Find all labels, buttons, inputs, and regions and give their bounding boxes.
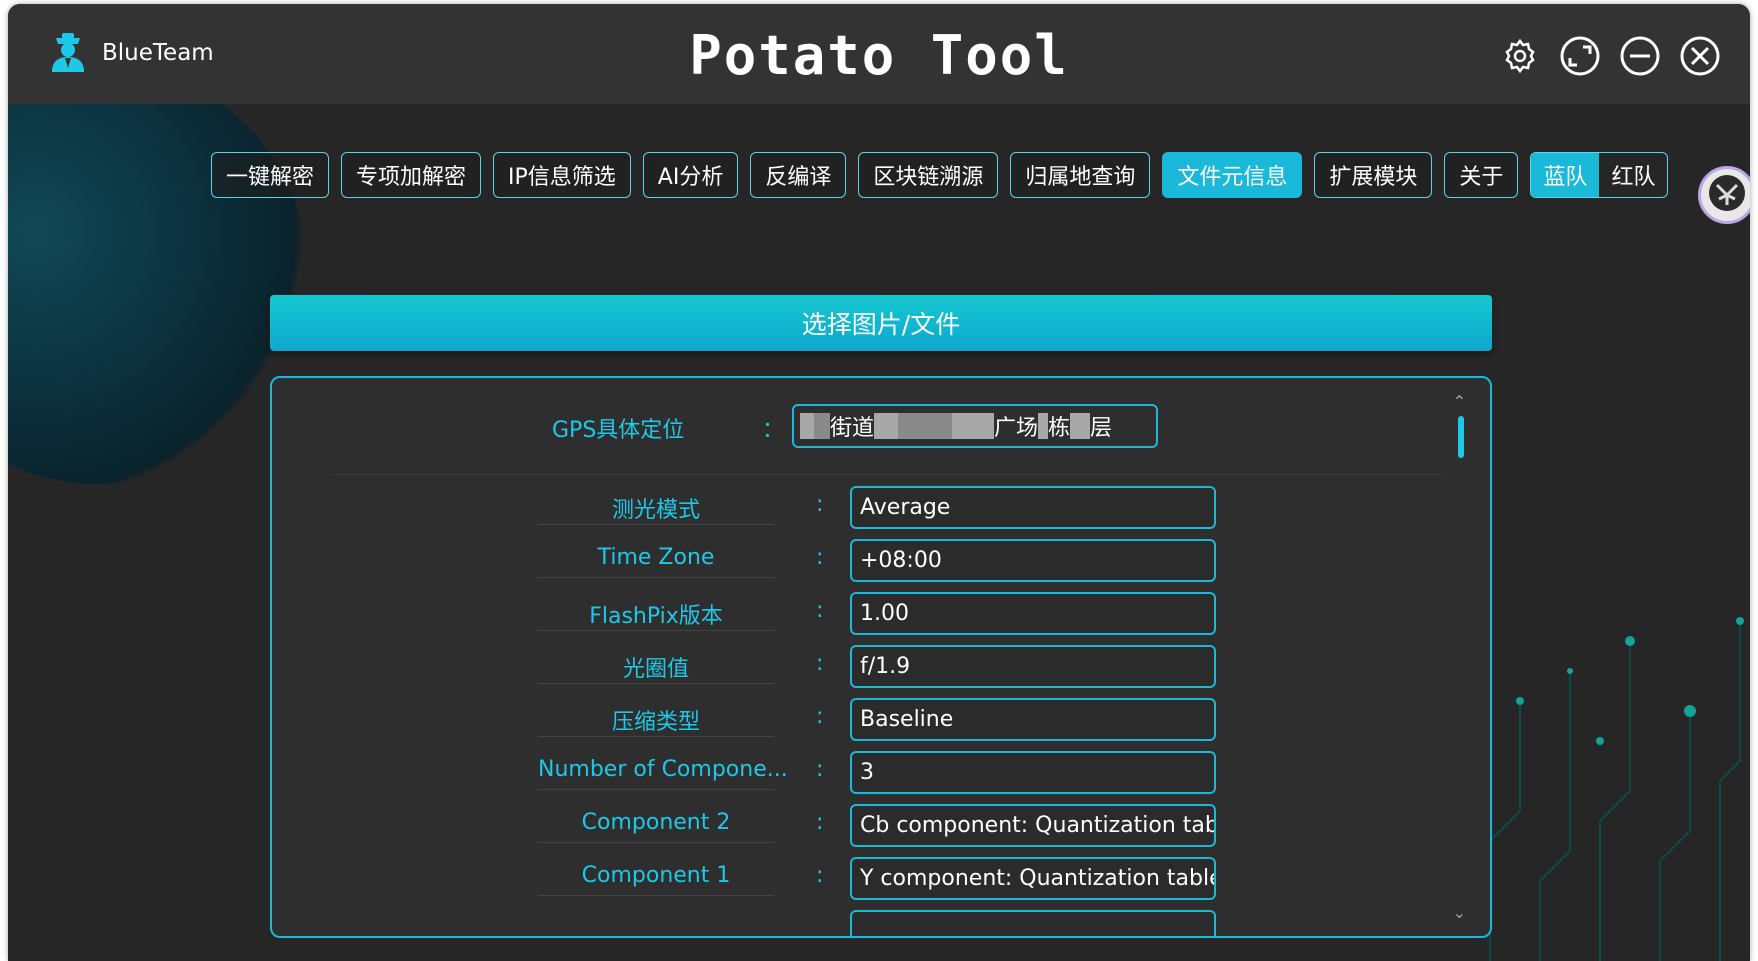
row-underline <box>538 524 774 525</box>
redacted-block <box>898 413 953 439</box>
row-colon: : <box>816 598 824 623</box>
metadata-row: FlashPix版本 : 1.00 <box>272 592 1490 645</box>
row-colon: : <box>816 810 824 835</box>
minimize-icon <box>1619 35 1661 81</box>
row-value-field[interactable]: 1.00 <box>850 592 1216 635</box>
row-underline <box>538 736 774 737</box>
row-label: FlashPix版本 <box>589 604 723 629</box>
row-colon: : <box>816 492 824 517</box>
row-underline <box>538 577 774 578</box>
close-icon <box>1679 35 1721 81</box>
metadata-row: 测光模式 : Average <box>272 486 1490 539</box>
row-label: Time Zone <box>597 545 715 570</box>
team-blue-option[interactable]: 蓝队 <box>1531 153 1600 197</box>
gps-part-building: 栋 <box>1048 416 1071 441</box>
gps-divider <box>332 474 1442 475</box>
row-colon: : <box>816 545 824 570</box>
row-label: 光圈值 <box>622 657 689 682</box>
redacted-block <box>814 413 830 439</box>
row-value-field[interactable]: +08:00 <box>850 539 1216 582</box>
restore-icon <box>1559 35 1601 81</box>
app-window: BlueTeam Potato Tool 一键解密 专项加解密 IP信息筛选 A… <box>8 4 1750 961</box>
row-value-field[interactable]: Average <box>850 486 1216 529</box>
nav-decompile[interactable]: 反编译 <box>750 152 847 198</box>
close-button[interactable] <box>1676 34 1724 82</box>
gps-value-field[interactable]: 街道 广场 栋 层 <box>792 404 1158 448</box>
nav-ip-filter[interactable]: IP信息筛选 <box>493 152 631 198</box>
gps-colon: ： <box>762 418 785 443</box>
metadata-row: Time Zone : +08:00 <box>272 539 1490 592</box>
row-value-field[interactable]: 3 <box>850 751 1216 794</box>
row-underline <box>538 789 774 790</box>
restore-button[interactable] <box>1556 34 1604 82</box>
nav-extensions[interactable]: 扩展模块 <box>1314 152 1433 198</box>
assistant-logo-icon <box>1707 173 1747 217</box>
row-label: 测光模式 <box>611 498 700 523</box>
nav-one-click-decrypt[interactable]: 一键解密 <box>211 152 330 198</box>
scrollbar-thumb[interactable] <box>1458 416 1464 458</box>
metadata-row: 光圈值 : f/1.9 <box>272 645 1490 698</box>
row-underline <box>538 842 774 843</box>
app-title: Potato Tool <box>689 24 1069 87</box>
redacted-block <box>1038 413 1049 439</box>
row-value-field[interactable] <box>850 910 1216 936</box>
metadata-row: Number of Compone... : 3 <box>272 751 1490 804</box>
metadata-rows: 测光模式 : Average Time Zone : +08:00 FlashP… <box>272 486 1490 936</box>
nav-file-metadata[interactable]: 文件元信息 <box>1162 152 1303 198</box>
gps-row: GPS具体定位 ： 街道 广场 栋 层 <box>272 404 1490 450</box>
metadata-panel[interactable]: GPS具体定位 ： 街道 广场 栋 层 测光模式: Average Time … <box>270 376 1492 938</box>
team-red-option[interactable]: 红队 <box>1599 153 1667 197</box>
main-content: 一键解密 专项加解密 IP信息筛选 AI分析 反编译 区块链溯源 归属地查询 文… <box>8 104 1750 961</box>
redacted-block <box>800 413 814 439</box>
nav-ai-analysis[interactable]: AI分析 <box>642 152 739 198</box>
row-colon: : <box>816 704 824 729</box>
redacted-block <box>1070 413 1091 439</box>
main-nav: 一键解密 专项加解密 IP信息筛选 AI分析 反编译 区块链溯源 归属地查询 文… <box>211 152 1669 198</box>
row-colon: : <box>816 757 824 782</box>
settings-button[interactable] <box>1496 34 1544 82</box>
metadata-row: Component 1 : Y component: Quantization … <box>272 857 1490 910</box>
nav-special-crypto[interactable]: 专项加解密 <box>341 152 482 198</box>
row-label: Number of Compone... <box>538 757 788 782</box>
row-underline <box>538 895 774 896</box>
nav-blockchain-trace[interactable]: 区块链溯源 <box>858 152 999 198</box>
minimize-button[interactable] <box>1616 34 1664 82</box>
gps-label: GPS具体定位 <box>552 418 685 443</box>
metadata-row: 压缩类型 : Baseline <box>272 698 1490 751</box>
row-colon: : <box>816 651 824 676</box>
nav-about[interactable]: 关于 <box>1444 152 1519 198</box>
scroll-down-icon[interactable]: ⌄ <box>1453 903 1466 922</box>
row-colon: : <box>816 863 824 888</box>
row-label: Component 2 <box>581 810 731 835</box>
gps-part-street: 街道 <box>830 416 875 441</box>
row-value-field[interactable]: Cb component: Quantization tab <box>850 804 1216 847</box>
nav-location-lookup[interactable]: 归属地查询 <box>1010 152 1151 198</box>
metadata-row <box>272 910 1490 936</box>
row-value-field[interactable]: f/1.9 <box>850 645 1216 688</box>
title-bar[interactable]: BlueTeam Potato Tool <box>8 4 1750 104</box>
row-value-field[interactable]: Y component: Quantization table <box>850 857 1216 900</box>
scroll-up-icon[interactable]: ⌃ <box>1453 392 1466 411</box>
row-underline <box>538 683 774 684</box>
gps-part-floor: 层 <box>1090 416 1113 441</box>
row-underline <box>538 630 774 631</box>
floating-assistant-button[interactable] <box>1698 166 1750 224</box>
redacted-block <box>874 413 899 439</box>
row-label: Component 1 <box>581 863 731 888</box>
gear-icon <box>1501 37 1539 79</box>
window-controls <box>1496 34 1724 82</box>
team-toggle: 蓝队 红队 <box>1530 152 1669 198</box>
redacted-block <box>952 413 995 439</box>
row-value-field[interactable]: Baseline <box>850 698 1216 741</box>
select-file-button[interactable]: 选择图片/文件 <box>270 295 1492 351</box>
metadata-row: Component 2 : Cb component: Quantization… <box>272 804 1490 857</box>
gps-part-plaza: 广场 <box>994 416 1039 441</box>
row-label: 压缩类型 <box>611 710 700 735</box>
